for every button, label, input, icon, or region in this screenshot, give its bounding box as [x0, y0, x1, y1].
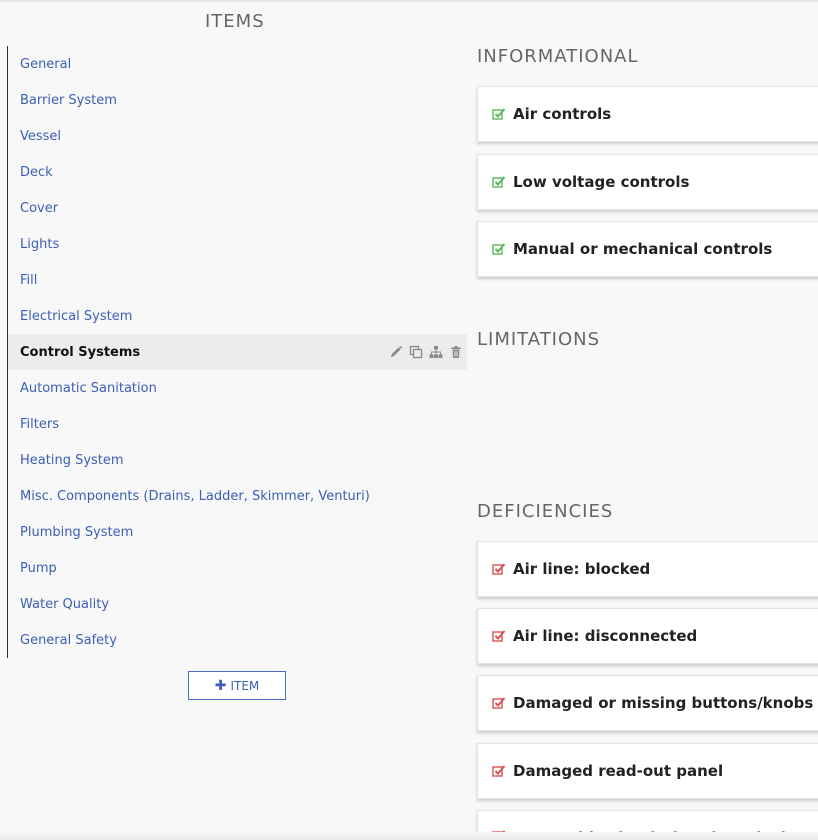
item-label: Lights	[20, 236, 60, 252]
card-label: Air line: blocked	[513, 560, 651, 578]
informational-heading: INFORMATIONAL	[477, 46, 639, 67]
item-water-quality[interactable]: Water Quality	[8, 586, 467, 622]
informational-card[interactable]: Air controls	[477, 86, 818, 142]
deficiency-card[interactable]: Air line: blocked	[477, 541, 818, 597]
checkbox-checked-icon[interactable]	[492, 696, 506, 710]
checkbox-checked-icon[interactable]	[492, 107, 506, 121]
item-fill[interactable]: Fill	[8, 262, 467, 298]
item-automatic-sanitation[interactable]: Automatic Sanitation	[8, 370, 467, 406]
item-pump[interactable]: Pump	[8, 550, 467, 586]
item-vessel[interactable]: Vessel	[8, 118, 467, 154]
trash-icon[interactable]	[449, 345, 463, 359]
item-control-systems[interactable]: Control Systems	[8, 334, 467, 370]
card-label: Damaged read-out panel	[513, 762, 724, 780]
deficiency-card[interactable]: Damaged or missing buttons/knobs	[477, 675, 818, 731]
item-barrier-system[interactable]: Barrier System	[8, 82, 467, 118]
sitemap-icon[interactable]	[429, 345, 443, 359]
item-heating-system[interactable]: Heating System	[8, 442, 467, 478]
add-item-label: ITEM	[230, 678, 260, 693]
card-label: Air line: disconnected	[513, 627, 698, 645]
copy-icon[interactable]	[409, 345, 423, 359]
item-actions	[389, 334, 463, 370]
checkbox-checked-icon[interactable]	[492, 175, 506, 189]
item-filters[interactable]: Filters	[8, 406, 467, 442]
informational-card[interactable]: Low voltage controls	[477, 154, 818, 210]
item-label: Filters	[20, 416, 59, 432]
top-divider	[0, 0, 818, 2]
item-plumbing-system[interactable]: Plumbing System	[8, 514, 467, 550]
deficiency-card[interactable]: Damaged read-out panel	[477, 743, 818, 799]
item-label: Heating System	[20, 452, 124, 468]
card-label: Damaged or missing buttons/knobs	[513, 694, 814, 712]
item-general-safety[interactable]: General Safety	[8, 622, 467, 658]
item-label: Deck	[20, 164, 53, 180]
item-cover[interactable]: Cover	[8, 190, 467, 226]
checkbox-checked-icon[interactable]	[492, 629, 506, 643]
checkbox-checked-icon[interactable]	[492, 242, 506, 256]
bottom-edge	[0, 832, 818, 840]
item-label: Automatic Sanitation	[20, 380, 157, 396]
item-label: General Safety	[20, 632, 117, 648]
item-label: Misc. Components (Drains, Ladder, Skimme…	[20, 488, 370, 504]
item-label: Electrical System	[20, 308, 133, 324]
item-electrical-system[interactable]: Electrical System	[8, 298, 467, 334]
items-list: General Barrier System Vessel Deck Cover…	[7, 46, 467, 658]
checkbox-checked-icon[interactable]	[492, 562, 506, 576]
item-label: Pump	[20, 560, 57, 576]
deficiency-card[interactable]: Air line: disconnected	[477, 608, 818, 664]
item-deck[interactable]: Deck	[8, 154, 467, 190]
add-item-button[interactable]: ✚ ITEM	[188, 671, 286, 700]
checkbox-checked-icon[interactable]	[492, 764, 506, 778]
item-label: Barrier System	[20, 92, 117, 108]
items-heading: ITEMS	[205, 11, 265, 32]
plus-icon: ✚	[214, 677, 227, 694]
item-label: Control Systems	[20, 344, 141, 360]
informational-card[interactable]: Manual or mechanical controls	[477, 221, 818, 277]
item-general[interactable]: General	[8, 46, 467, 82]
item-label: General	[20, 56, 72, 72]
item-label: Fill	[20, 272, 38, 288]
card-label: Manual or mechanical controls	[513, 240, 773, 258]
deficiencies-heading: DEFICIENCIES	[477, 501, 614, 522]
item-lights[interactable]: Lights	[8, 226, 467, 262]
item-label: Cover	[20, 200, 59, 216]
item-label: Plumbing System	[20, 524, 134, 540]
limitations-heading: LIMITATIONS	[477, 329, 601, 350]
item-misc-components[interactable]: Misc. Components (Drains, Ladder, Skimme…	[8, 478, 467, 514]
item-label: Water Quality	[20, 596, 110, 612]
card-label: Air controls	[513, 105, 612, 123]
card-label: Low voltage controls	[513, 173, 690, 191]
pencil-icon[interactable]	[389, 345, 403, 359]
item-label: Vessel	[20, 128, 62, 144]
